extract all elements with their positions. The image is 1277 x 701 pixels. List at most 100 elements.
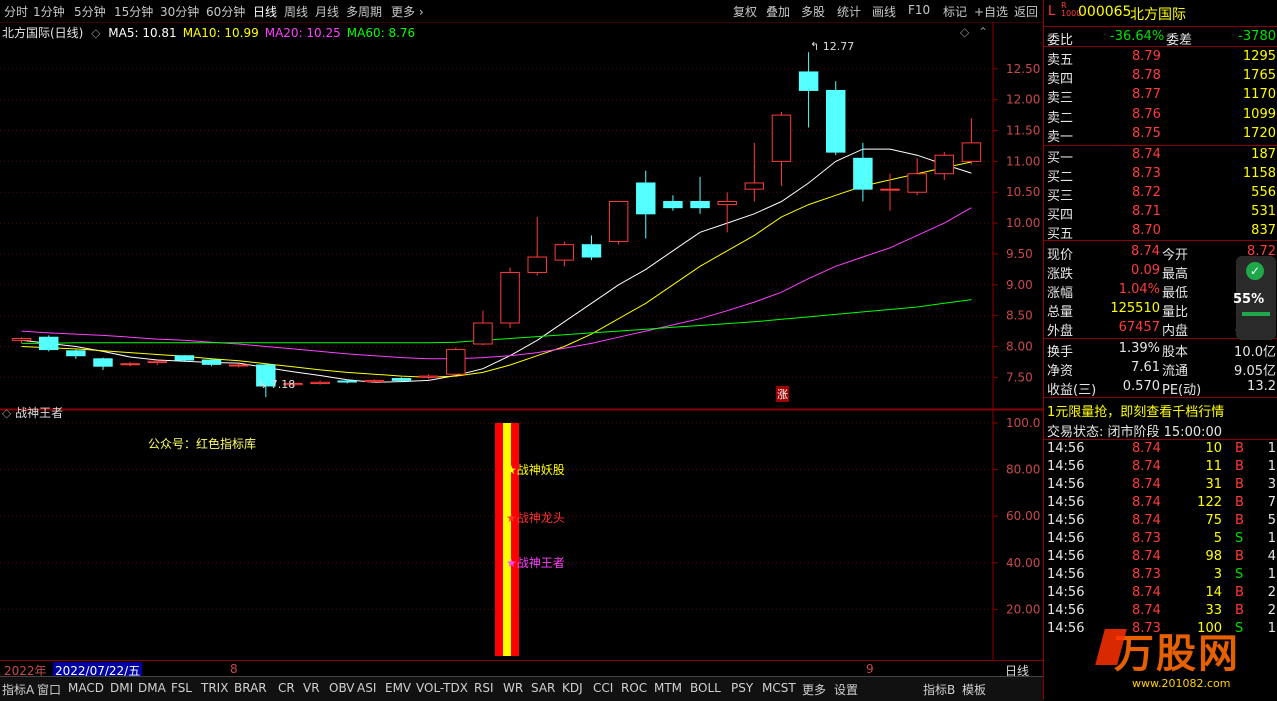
indicator-tab-10[interactable]: OBV [329, 681, 355, 695]
tab-period-1min[interactable]: 1分钟 [33, 3, 65, 20]
indicator-tab-19[interactable]: ROC [621, 681, 647, 695]
indicator-tab-21[interactable]: BOLL [690, 681, 721, 695]
star-icon: ★ [506, 511, 517, 525]
tab-period-multi[interactable]: 多周期 [346, 3, 382, 20]
indicator-tab-4[interactable]: DMA [138, 681, 166, 695]
tab-period-5min[interactable]: 5分钟 [74, 3, 106, 20]
indicator-tab-0[interactable]: 指标A [2, 681, 34, 698]
indicator-name: 战神王者 [15, 406, 64, 420]
tab-period-weekly[interactable]: 周线 [284, 3, 308, 20]
bid-volume: 531 [1251, 204, 1276, 219]
tab-period-60min[interactable]: 60分钟 [206, 3, 245, 20]
bid-price: 8.70 [1132, 223, 1161, 238]
candle [527, 216, 547, 276]
indicator-tab-16[interactable]: SAR [531, 681, 555, 695]
overlay-button[interactable]: 叠加 [766, 3, 790, 20]
ad-text[interactable]: 1元限量抢，即刻查看千档行情 [1047, 401, 1224, 420]
indicator-tab-18[interactable]: CCI [593, 681, 613, 695]
candle-body [337, 380, 357, 383]
chart-area[interactable]: 12.50 12.00 11.50 11.00 10.50 10.00 9.50 9.00 8.… [0, 22, 1043, 662]
candle [500, 267, 520, 328]
indicator-tab-17[interactable]: KDJ [562, 681, 583, 695]
ask-price: 8.75 [1132, 125, 1161, 141]
candle-body [798, 71, 819, 91]
candle-body [93, 358, 113, 367]
indicator-tab-3[interactable]: DMI [110, 681, 133, 695]
f10-button[interactable]: F10 [908, 3, 930, 17]
ask-price: 8.76 [1132, 106, 1161, 122]
bid-label: 买二 [1047, 170, 1074, 185]
tab-period-daily[interactable]: 日线 [253, 3, 277, 20]
indicator-tab-8[interactable]: CR [278, 681, 295, 695]
indicator-tab-15[interactable]: WR [503, 681, 523, 695]
ask-volume: 1765 [1242, 68, 1276, 84]
tab-period-30min[interactable]: 30分钟 [160, 3, 199, 20]
indicator-tab-5[interactable]: FSL [171, 681, 192, 695]
indicator-tab-23[interactable]: MCST [762, 681, 796, 695]
float-widget[interactable]: ✓ 55% [1233, 256, 1276, 340]
tab-period-monthly[interactable]: 月线 [315, 3, 339, 20]
indicator-tab-22[interactable]: PSY [731, 681, 753, 695]
indicator-label-yaogu-text: 战神妖股 [516, 463, 565, 477]
ask-volume: 1099 [1242, 106, 1276, 122]
ma-legend-item: MA60: 8.76 [346, 26, 416, 40]
ask-row: 卖三 8.77 1170 [1044, 86, 1277, 106]
candle [608, 200, 629, 245]
low-price-value: 7.18 [270, 378, 296, 391]
tick-row: 14:56 8.73 3 S 1 [1044, 566, 1277, 584]
indicator-tab-2[interactable]: MACD [68, 681, 104, 695]
indicator-tab-7[interactable]: BRAR [234, 681, 267, 695]
ask-row: 卖二 8.76 1099 [1044, 106, 1277, 126]
stock-header: L R 1000 000065 北方国际 [1044, 2, 1277, 24]
indicator-tab-25[interactable]: 设置 [834, 681, 858, 698]
tab-period-more[interactable]: 更多 › [391, 3, 424, 20]
stat-value: 7.61 [1131, 360, 1160, 375]
add-favorite-button[interactable]: +自选 [974, 3, 1008, 20]
candle [418, 374, 439, 380]
indicator-tab-9[interactable]: VR [303, 681, 320, 695]
diamond-icon[interactable]: ◇ [960, 25, 969, 39]
bid-price: 8.74 [1132, 147, 1161, 162]
candle [310, 380, 330, 385]
ask-label: 卖五 [1047, 53, 1074, 68]
candle [663, 195, 683, 211]
ma-line-ma20 [21, 207, 972, 360]
indicator-tab-27[interactable]: 模板 [962, 681, 986, 698]
stats-button[interactable]: 统计 [837, 3, 861, 20]
indicator-tab-1[interactable]: 窗口 [37, 681, 61, 698]
price-tick-label: 8.50 [1006, 309, 1033, 323]
indicator-tab-20[interactable]: MTM [654, 681, 682, 695]
restore-rights-button[interactable]: 复权 [733, 3, 757, 20]
back-button[interactable]: 返回 [1014, 3, 1038, 20]
candle-body [364, 379, 385, 383]
stat-label: 总量 [1047, 305, 1074, 320]
tab-period-15min[interactable]: 15分钟 [114, 3, 153, 20]
indicator-tab-12[interactable]: EMV [385, 681, 411, 695]
indicator-tab-24[interactable]: 更多 [802, 681, 826, 698]
tick-volume: 122 [1197, 495, 1222, 510]
indicator-note: 公众号：红色指标库 [148, 437, 257, 451]
draw-line-button[interactable]: 画线 [872, 3, 896, 20]
chevron-down-icon[interactable]: ◇ [91, 26, 100, 40]
indicator-tab-13[interactable]: VOL-TDX [416, 681, 468, 695]
ma-line-ma60 [21, 299, 972, 344]
multi-stock-button[interactable]: 多股 [801, 3, 825, 20]
ad-banner[interactable]: 1元限量抢，即刻查看千档行情 [1044, 400, 1277, 420]
stat-value: 0.570 [1122, 379, 1160, 394]
indicator-tab-11[interactable]: ASI [357, 681, 376, 695]
weicha-value: -3780 [1238, 29, 1276, 44]
bid-volume: 837 [1251, 223, 1276, 238]
indicator-tab-14[interactable]: RSI [474, 681, 494, 695]
indicator-tab-26[interactable]: 指标B [923, 681, 955, 698]
chevron-down-icon[interactable]: ◇ [2, 406, 11, 420]
chevron-up-icon[interactable]: ⌃ [978, 25, 988, 39]
price-axis: 12.50 12.00 11.50 11.00 10.50 10.00 9.50 9.00 8.… [993, 62, 1040, 384]
indicator-tab-6[interactable]: TRIX [201, 681, 228, 695]
candle [771, 112, 792, 187]
price-tick-label: 8.00 [1006, 339, 1033, 353]
tab-period-fenshi[interactable]: 分时 [4, 3, 28, 20]
stat-label: 内盘 [1162, 324, 1189, 339]
mark-button[interactable]: 标记 [943, 3, 967, 20]
tick-time: 14:56 [1047, 531, 1085, 546]
month-label-9: 9 [866, 662, 874, 676]
